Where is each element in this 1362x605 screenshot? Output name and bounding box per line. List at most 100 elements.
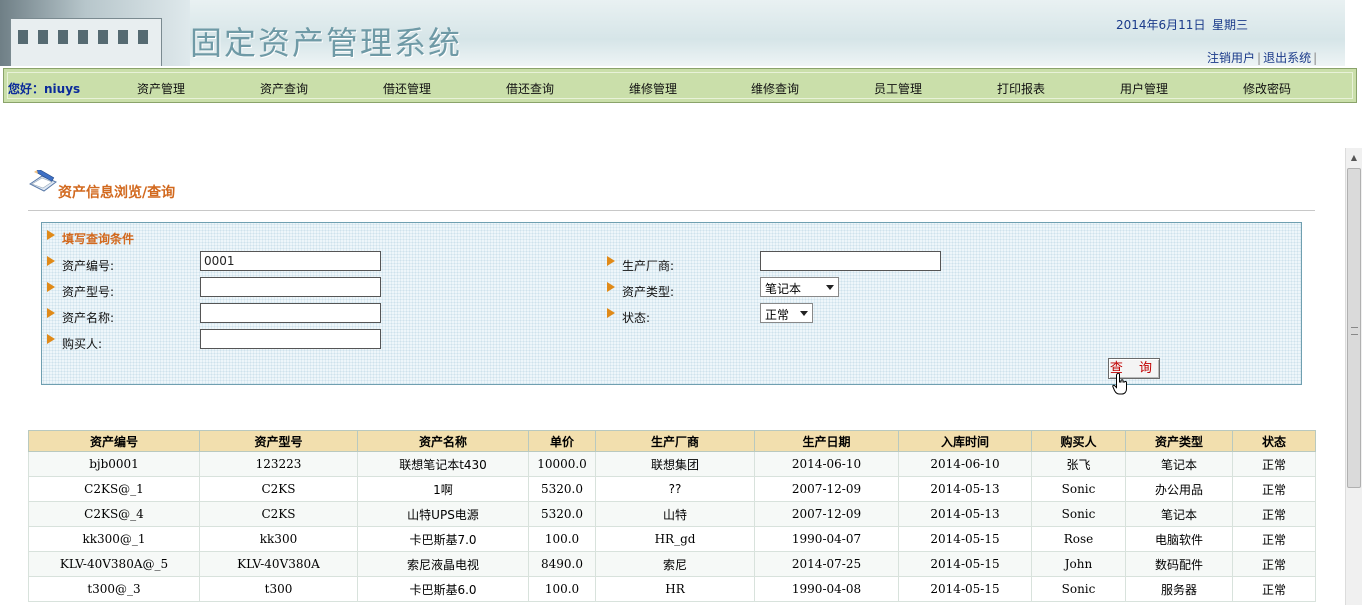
- table-cell: 2014-05-15: [898, 551, 1032, 577]
- user-greeting: 您好：niuys: [8, 82, 81, 96]
- table-row: C2KS@_1 C2KS 1啊 5320.0 ?? 2007-12-09 201…: [28, 476, 1316, 502]
- table-cell: 2014-07-25: [754, 551, 899, 577]
- nav-item-borrow-management[interactable]: 借还管理: [383, 80, 431, 97]
- table-cell: HR_gd: [595, 526, 755, 552]
- column-header-type: 资产类型: [1125, 430, 1233, 452]
- table-cell: Sonic: [1031, 576, 1126, 602]
- hand-pointer-icon: [1112, 373, 1127, 395]
- table-cell: 123223: [199, 451, 358, 477]
- column-header-name: 资产名称: [357, 430, 529, 452]
- table-cell: 卡巴斯基7.0: [357, 526, 529, 552]
- nav-item-change-password[interactable]: 修改密码: [1243, 80, 1291, 97]
- table-cell: 索尼: [595, 551, 755, 577]
- table-row: kk300@_1 kk300 卡巴斯基7.0 100.0 HR_gd 1990-…: [28, 526, 1316, 552]
- table-cell: Sonic: [1031, 476, 1126, 502]
- vertical-scrollbar[interactable]: ▲: [1345, 148, 1362, 605]
- table-cell: 索尼液晶电视: [357, 551, 529, 577]
- table-cell: 2014-05-15: [898, 526, 1032, 552]
- table-cell: 联想笔记本t430: [357, 451, 529, 477]
- system-title: 固定资产管理系统: [190, 24, 463, 62]
- table-cell: 联想集团: [595, 451, 755, 477]
- column-header-maker: 生产厂商: [595, 430, 755, 452]
- table-cell: 2014-05-13: [898, 476, 1032, 502]
- header-banner: 固定资产管理系统 2014年6月11日 星期三 注销用户 | 退出系统 |: [0, 0, 1345, 66]
- table-cell: Rose: [1031, 526, 1126, 552]
- header-building-photo: [0, 0, 190, 66]
- table-cell: Sonic: [1031, 501, 1126, 527]
- scroll-thumb[interactable]: [1347, 168, 1361, 488]
- table-cell: 100.0: [528, 526, 596, 552]
- table-cell: kk300: [199, 526, 358, 552]
- orange-arrow-icon: [47, 256, 55, 266]
- link-separator: |: [1257, 51, 1262, 65]
- link-separator: |: [1313, 51, 1318, 65]
- maker-input[interactable]: [760, 251, 941, 271]
- table-cell: 山特UPS电源: [357, 501, 529, 527]
- table-cell: 10000.0: [528, 451, 596, 477]
- asset-results-table: 资产编号 资产型号 资产名称 单价 生产厂商 生产日期 入库时间 购买人 资产类…: [28, 430, 1316, 602]
- table-cell: 2007-12-09: [754, 501, 899, 527]
- asset-type-select[interactable]: 笔记本: [760, 277, 839, 297]
- nav-item-user-management[interactable]: 用户管理: [1120, 80, 1168, 97]
- table-cell: C2KS: [199, 476, 358, 502]
- asset-no-input[interactable]: [200, 251, 381, 271]
- column-header-status: 状态: [1232, 430, 1316, 452]
- orange-arrow-icon: [607, 256, 615, 266]
- asset-model-input[interactable]: [200, 277, 381, 297]
- column-header-production-date: 生产日期: [754, 430, 899, 452]
- status-select[interactable]: 正常: [760, 303, 813, 323]
- table-cell: 正常: [1232, 451, 1316, 477]
- asset-name-label: 资产名称:: [62, 311, 115, 325]
- nav-item-asset-query[interactable]: 资产查询: [260, 80, 308, 97]
- maker-label: 生产厂商:: [622, 259, 675, 273]
- table-cell: HR: [595, 576, 755, 602]
- table-cell: 1990-04-07: [754, 526, 899, 552]
- orange-arrow-icon: [47, 308, 55, 318]
- table-row: KLV-40V380A@_5 KLV-40V380A 索尼液晶电视 8490.0…: [28, 551, 1316, 577]
- scroll-grip-icon: [1351, 327, 1358, 335]
- pencil-notepad-icon: [29, 170, 57, 192]
- asset-name-input[interactable]: [200, 303, 381, 323]
- table-cell: 2014-05-15: [898, 576, 1032, 602]
- table-cell: 2014-05-13: [898, 501, 1032, 527]
- table-cell: 正常: [1232, 551, 1316, 577]
- nav-item-repair-query[interactable]: 维修查询: [751, 80, 799, 97]
- status-label: 状态:: [622, 311, 651, 325]
- current-weekday: 星期三: [1212, 18, 1249, 32]
- orange-arrow-icon: [47, 230, 55, 240]
- buyer-label: 购买人:: [62, 337, 103, 351]
- scroll-up-arrow-icon[interactable]: ▲: [1346, 148, 1362, 166]
- chevron-down-icon: [800, 311, 808, 316]
- nav-item-staff-management[interactable]: 员工管理: [874, 80, 922, 97]
- column-header-asset-no: 资产编号: [28, 430, 200, 452]
- query-heading: 填写查询条件: [62, 232, 135, 246]
- nav-item-print-report[interactable]: 打印报表: [997, 80, 1045, 97]
- table-cell: 数码配件: [1125, 551, 1233, 577]
- nav-item-repair-management[interactable]: 维修管理: [629, 80, 677, 97]
- table-cell: 1990-04-08: [754, 576, 899, 602]
- table-cell: 8490.0: [528, 551, 596, 577]
- table-cell: 2014-06-10: [754, 451, 899, 477]
- table-cell: t300@_3: [28, 576, 200, 602]
- table-cell: bjb0001: [28, 451, 200, 477]
- asset-type-selected: 笔记本: [765, 282, 802, 296]
- asset-model-label: 资产型号:: [62, 285, 115, 299]
- exit-system-link[interactable]: 退出系统: [1263, 51, 1311, 65]
- table-cell: 1啊: [357, 476, 529, 502]
- buyer-input[interactable]: [200, 329, 381, 349]
- table-cell: ??: [595, 476, 755, 502]
- table-row: C2KS@_4 C2KS 山特UPS电源 5320.0 山特 2007-12-0…: [28, 501, 1316, 527]
- title-divider: [28, 210, 1315, 211]
- logout-user-link[interactable]: 注销用户: [1207, 51, 1255, 65]
- column-header-model: 资产型号: [199, 430, 358, 452]
- table-cell: 2014-06-10: [898, 451, 1032, 477]
- table-cell: kk300@_1: [28, 526, 200, 552]
- table-cell: 笔记本: [1125, 451, 1233, 477]
- nav-item-asset-management[interactable]: 资产管理: [137, 80, 185, 97]
- table-cell: KLV-40V380A: [199, 551, 358, 577]
- table-cell: 张飞: [1031, 451, 1126, 477]
- page-title: 资产信息浏览/查询: [58, 185, 176, 201]
- table-cell: C2KS@_4: [28, 501, 200, 527]
- table-cell: C2KS: [199, 501, 358, 527]
- nav-item-borrow-query[interactable]: 借还查询: [506, 80, 554, 97]
